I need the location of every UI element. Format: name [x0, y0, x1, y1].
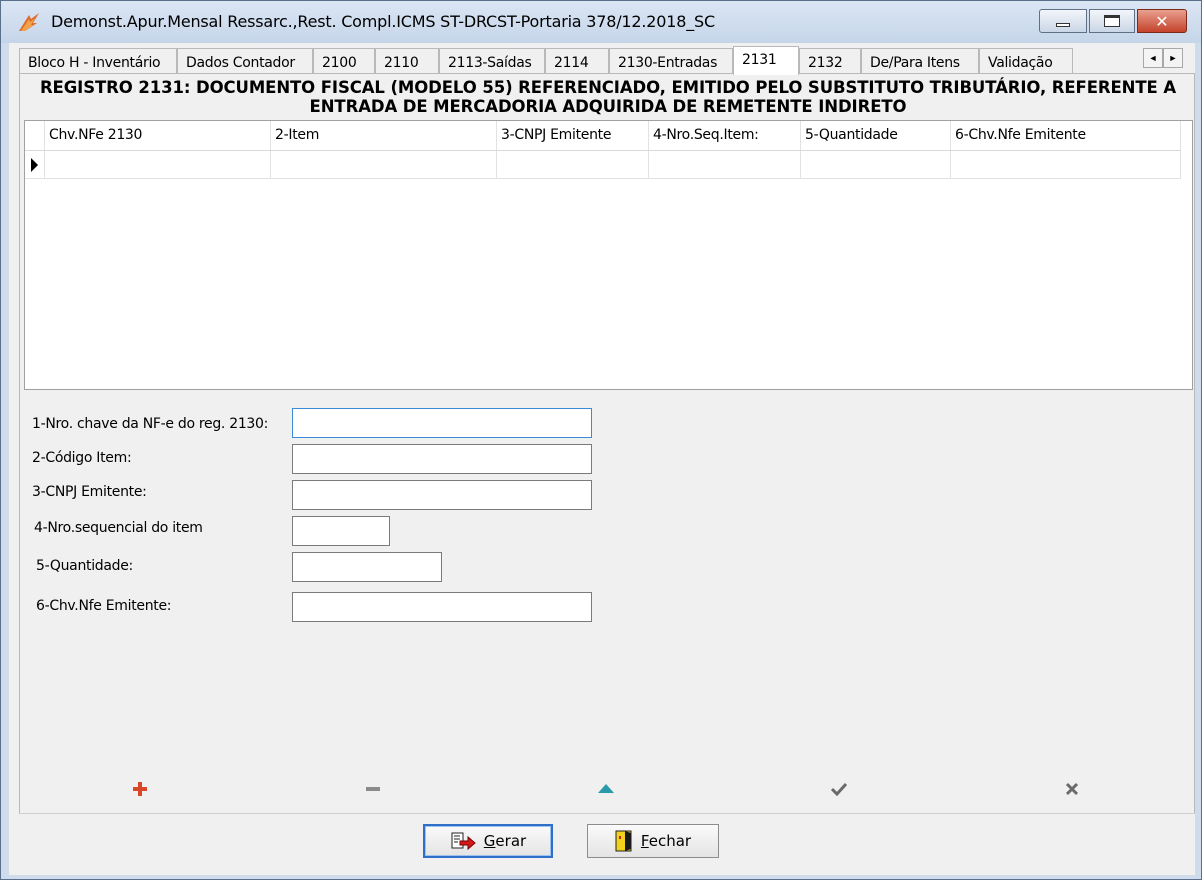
tab-label: 2132	[808, 55, 843, 71]
grid-header: Chv.NFe 2130 2-Item 3-CNPJ Emitente 4-Nr…	[25, 121, 1181, 151]
item-code-input[interactable]	[292, 444, 592, 474]
table-cell[interactable]	[497, 151, 649, 178]
fechar-button[interactable]: Fechar	[587, 824, 719, 858]
tab-2132[interactable]: 2132	[799, 48, 861, 74]
field-label-nfe-key: 1-Nro. chave da NF-e do reg. 2130:	[32, 416, 269, 432]
field-label-seq-item: 4-Nro.sequencial do item	[34, 520, 203, 536]
tab-label: 2113-Saídas	[448, 55, 532, 71]
exit-door-icon	[615, 830, 632, 852]
table-cell[interactable]	[951, 151, 1181, 178]
maximize-button[interactable]	[1089, 9, 1135, 33]
delete-record-button[interactable]	[358, 776, 388, 802]
maximize-icon	[1104, 15, 1120, 27]
row-indicator	[25, 151, 45, 178]
tab-label: Validação	[988, 55, 1053, 71]
gerar-label: Gerar	[483, 832, 527, 850]
action-bar: Gerar Fechar	[19, 813, 1195, 871]
plus-icon	[133, 782, 147, 796]
tab-2113-saidas[interactable]: 2113-Saídas	[439, 48, 545, 74]
chevron-left-icon: ◄	[1148, 53, 1158, 63]
title-line-1: REGISTRO 2131: DOCUMENTO FISCAL (MODELO …	[39, 78, 1177, 97]
gerar-button[interactable]: Gerar	[423, 824, 553, 858]
field-label-nfe-emitente: 6-Chv.Nfe Emitente:	[36, 598, 172, 614]
insert-record-button[interactable]	[125, 776, 155, 802]
table-cell[interactable]	[271, 151, 497, 178]
tab-2110[interactable]: 2110	[375, 48, 439, 74]
tab-2130-entradas[interactable]: 2130-Entradas	[609, 48, 733, 74]
x-icon	[1065, 782, 1079, 796]
tab-label: Bloco H - Inventário	[28, 55, 161, 71]
table-cell[interactable]	[801, 151, 951, 178]
export-arrow-icon	[451, 832, 476, 851]
tab-strip: Bloco H - Inventário Dados Contador 2100…	[19, 46, 1195, 75]
close-icon: ✕	[1155, 11, 1169, 31]
client-area: Bloco H - Inventário Dados Contador 2100…	[9, 43, 1195, 875]
minus-icon	[366, 787, 380, 791]
tab-label: 2110	[384, 55, 419, 71]
tab-label: 2131	[742, 52, 777, 68]
post-record-button[interactable]	[824, 776, 854, 802]
seq-item-input[interactable]	[292, 516, 390, 546]
column-header[interactable]: 5-Quantidade	[801, 121, 951, 150]
column-header[interactable]: 3-CNPJ Emitente	[497, 121, 649, 150]
tab-2131[interactable]: 2131	[733, 46, 799, 75]
cnpj-input[interactable]	[292, 480, 592, 510]
table-cell[interactable]	[649, 151, 801, 178]
close-button[interactable]: ✕	[1137, 9, 1187, 33]
nfe-emitente-input[interactable]	[292, 592, 592, 622]
quantity-input[interactable]	[292, 552, 442, 582]
tab-label: 2114	[554, 55, 589, 71]
nfe-key-input[interactable]	[292, 408, 592, 438]
window-title: Demonst.Apur.Mensal Ressarc.,Rest. Compl…	[51, 12, 715, 31]
column-header[interactable]: 4-Nro.Seq.Item:	[649, 121, 801, 150]
records-grid[interactable]: Chv.NFe 2130 2-Item 3-CNPJ Emitente 4-Nr…	[24, 120, 1193, 390]
tab-scroll-left-button[interactable]: ◄	[1143, 48, 1163, 68]
field-label-cnpj: 3-CNPJ Emitente:	[32, 484, 147, 500]
tab-2100[interactable]: 2100	[313, 48, 375, 74]
check-icon	[831, 782, 847, 796]
edit-record-button[interactable]	[591, 776, 621, 802]
tab-validacao[interactable]: Validação	[979, 48, 1073, 74]
tab-panel-2131: REGISTRO 2131: DOCUMENTO FISCAL (MODELO …	[19, 73, 1195, 839]
fechar-label: Fechar	[640, 832, 692, 850]
tab-label: 2130-Entradas	[618, 55, 718, 71]
title-bar[interactable]: Demonst.Apur.Mensal Ressarc.,Rest. Compl…	[1, 1, 1201, 43]
app-logo-icon	[19, 13, 39, 31]
tab-de-para-itens[interactable]: De/Para Itens	[861, 48, 979, 74]
chevron-right-icon: ►	[1168, 53, 1178, 63]
table-row[interactable]	[25, 151, 1181, 179]
triangle-up-icon	[598, 784, 614, 793]
field-label-item-code: 2-Código Item:	[32, 450, 132, 466]
minimize-icon	[1056, 23, 1070, 27]
tab-label: Dados Contador	[186, 55, 295, 71]
column-header[interactable]: 2-Item	[271, 121, 497, 150]
column-header[interactable]: 6-Chv.Nfe Emitente	[951, 121, 1181, 150]
field-label-quantity: 5-Quantidade:	[36, 558, 133, 574]
title-line-2: ENTRADA DE MERCADORIA ADQUIRIDA DE REMET…	[309, 97, 907, 116]
tab-dados-contador[interactable]: Dados Contador	[177, 48, 313, 74]
table-cell[interactable]	[45, 151, 271, 178]
page-title: REGISTRO 2131: DOCUMENTO FISCAL (MODELO …	[20, 78, 1196, 116]
minimize-button[interactable]	[1039, 9, 1087, 33]
tab-label: De/Para Itens	[870, 55, 960, 71]
tab-label: 2100	[322, 55, 357, 71]
app-window: Demonst.Apur.Mensal Ressarc.,Rest. Compl…	[0, 0, 1202, 880]
column-header[interactable]: Chv.NFe 2130	[45, 121, 271, 150]
tab-scroll-right-button[interactable]: ►	[1163, 48, 1183, 68]
indicator-header	[25, 121, 45, 150]
row-pointer-icon	[31, 158, 38, 172]
tab-bloco-h[interactable]: Bloco H - Inventário	[19, 48, 177, 74]
cancel-record-button[interactable]	[1057, 776, 1087, 802]
tab-2114[interactable]: 2114	[545, 48, 609, 74]
